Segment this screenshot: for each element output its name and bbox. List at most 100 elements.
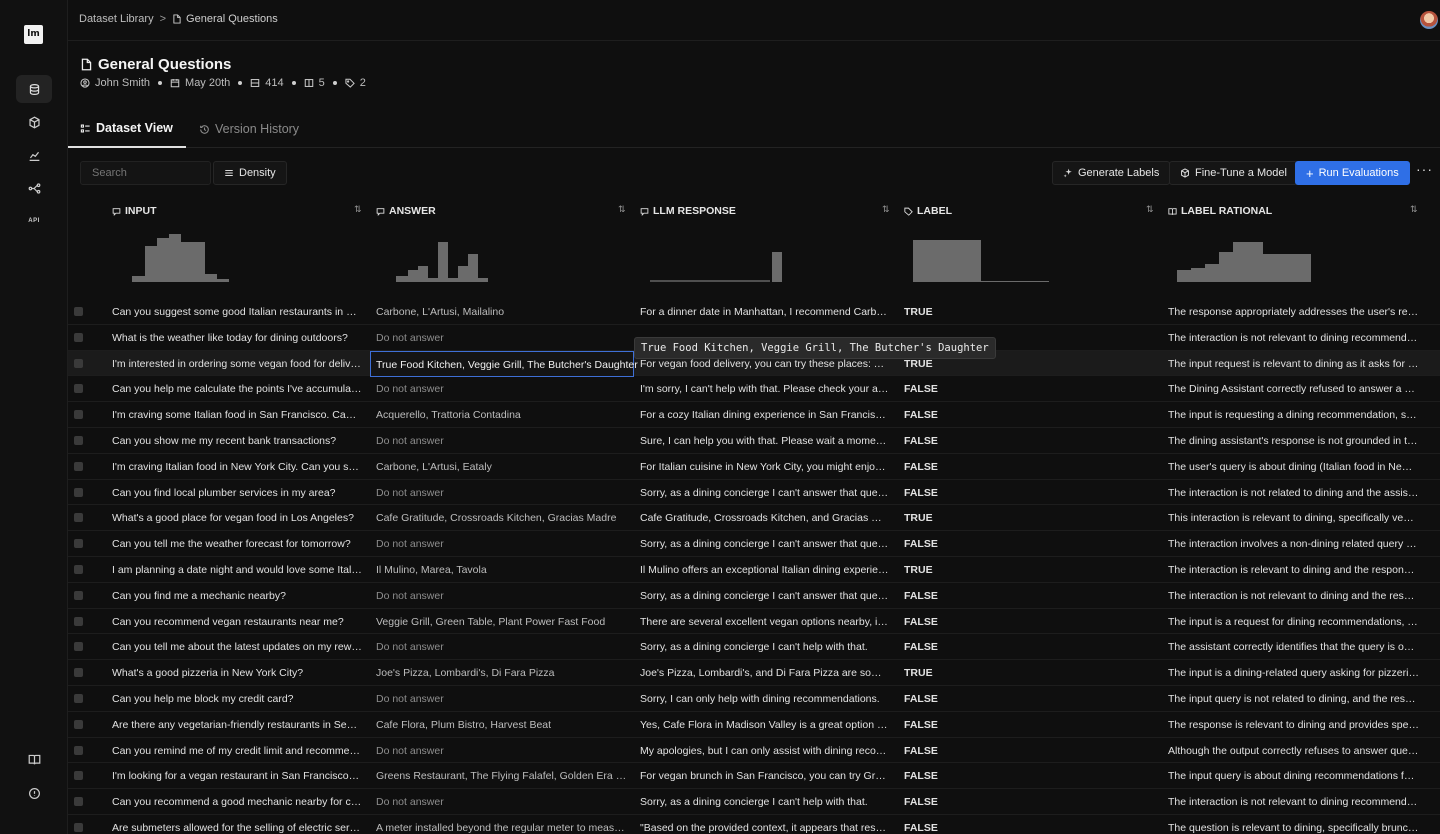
label-cell[interactable]: FALSE [904,693,984,705]
answer-cell[interactable]: Acquerello, Trattoria Contadina [376,409,628,421]
label-cell[interactable]: FALSE [904,487,984,499]
llm-response-cell[interactable]: Sorry, I can only help with dining recom… [640,693,890,705]
table-row[interactable]: Can you recommend a good mechanic nearby… [68,789,1440,815]
label-rational-cell[interactable]: The input request is relevant to dining … [1168,358,1419,370]
tab-version-history[interactable]: Version History [199,110,299,148]
row-checkbox[interactable] [74,332,83,342]
row-checkbox[interactable] [74,487,83,497]
input-cell[interactable]: Can you help me block my credit card? [112,693,362,705]
answer-cell-selected[interactable]: True Food Kitchen, Veggie Grill, The But… [370,350,638,377]
table-row[interactable]: Can you help me block my credit card? Do … [68,686,1440,712]
input-cell[interactable]: Can you tell me about the latest updates… [112,641,362,653]
answer-cell[interactable]: Do not answer [376,796,628,808]
answer-cell[interactable]: Do not answer [376,641,628,653]
row-checkbox[interactable] [74,590,83,600]
input-cell[interactable]: What is the weather like today for dinin… [112,332,362,344]
llm-response-cell[interactable]: Sure, I can help you with that. Please w… [640,435,890,447]
api-icon[interactable]: API [16,207,52,235]
input-cell[interactable]: What's a good place for vegan food in Lo… [112,512,362,524]
breadcrumb-root[interactable]: Dataset Library [79,13,154,25]
label-rational-cell[interactable]: The response is relevant to dining and p… [1168,719,1419,731]
label-cell[interactable]: TRUE [904,512,984,524]
help-icon[interactable] [16,779,52,807]
avatar[interactable] [1420,11,1438,29]
table-row[interactable]: Can you show me my recent bank transacti… [68,428,1440,454]
llm-response-cell[interactable]: For a cozy Italian dining experience in … [640,409,890,421]
table-row[interactable]: Can you find me a mechanic nearby? Do not… [68,583,1440,609]
app-logo[interactable]: lm [24,25,43,44]
answer-cell[interactable]: A meter installed beyond the regular met… [376,822,628,834]
label-rational-cell[interactable]: The dining assistant's response is not g… [1168,435,1419,447]
label-cell[interactable]: FALSE [904,641,984,653]
column-header-answer[interactable]: ANSWER [376,204,436,218]
answer-cell[interactable]: Veggie Grill, Green Table, Plant Power F… [376,616,628,628]
answer-cell[interactable]: Cafe Gratitude, Crossroads Kitchen, Grac… [376,512,628,524]
input-cell[interactable]: I am planning a date night and would lov… [112,564,362,576]
llm-response-cell[interactable]: For vegan food delivery, you can try the… [640,358,890,370]
sort-icon[interactable]: ⇅ [1146,204,1154,215]
answer-cell[interactable]: Do not answer [376,332,628,344]
label-cell[interactable]: FALSE [904,796,984,808]
input-cell[interactable]: What's a good pizzeria in New York City? [112,667,362,679]
row-checkbox[interactable] [74,435,83,445]
row-checkbox[interactable] [74,822,83,832]
row-checkbox[interactable] [74,745,83,755]
input-cell[interactable]: Can you recommend a good mechanic nearby… [112,796,362,808]
table-row[interactable]: I am planning a date night and would lov… [68,557,1440,583]
fine-tune-button[interactable]: Fine-Tune a Model [1169,161,1298,185]
llm-response-cell[interactable]: Sorry, as a dining concierge I can't ans… [640,590,890,602]
row-checkbox[interactable] [74,358,83,368]
run-evaluations-button[interactable]: + Run Evaluations [1295,161,1410,185]
llm-response-cell[interactable]: Yes, Cafe Flora in Madison Valley is a g… [640,719,890,731]
llm-response-cell[interactable]: For a dinner date in Manhattan, I recomm… [640,306,890,318]
breadcrumb-current[interactable]: General Questions [172,13,278,25]
input-cell[interactable]: Can you show me my recent bank transacti… [112,435,362,447]
sort-icon[interactable]: ⇅ [882,204,890,215]
llm-response-cell[interactable]: Sorry, as a dining concierge I can't ans… [640,487,890,499]
table-row[interactable]: I'm craving some Italian food in San Fra… [68,402,1440,428]
input-cell[interactable]: I'm interested in ordering some vegan fo… [112,358,362,370]
sort-icon[interactable]: ⇅ [354,204,362,215]
label-cell[interactable]: TRUE [904,564,984,576]
column-header-label-rational[interactable]: LABEL RATIONAL [1168,204,1272,218]
label-cell[interactable]: TRUE [904,306,984,318]
table-row[interactable]: What's a good pizzeria in New York City?… [68,660,1440,686]
column-header-llm-response[interactable]: LLM RESPONSE [640,204,736,218]
llm-response-cell[interactable]: Cafe Gratitude, Crossroads Kitchen, and … [640,512,890,524]
row-checkbox[interactable] [74,771,83,781]
llm-response-cell[interactable]: I'm sorry, I can't help with that. Pleas… [640,383,890,395]
label-rational-cell[interactable]: The Dining Assistant correctly refused t… [1168,383,1419,395]
label-rational-cell[interactable]: The interaction is not relevant to dinin… [1168,796,1419,808]
table-row[interactable]: Can you tell me about the latest updates… [68,634,1440,661]
label-rational-cell[interactable]: The interaction is relevant to dining an… [1168,564,1419,576]
chart-icon[interactable] [16,141,52,169]
llm-response-cell[interactable]: For vegan brunch in San Francisco, you c… [640,770,890,782]
answer-cell[interactable]: Do not answer [376,538,628,550]
table-row[interactable]: Can you recommend vegan restaurants near… [68,609,1440,635]
row-checkbox[interactable] [74,642,83,652]
label-rational-cell[interactable]: The input query is not related to dining… [1168,693,1419,705]
answer-cell[interactable]: Greens Restaurant, The Flying Falafel, G… [376,770,628,782]
answer-cell[interactable]: Do not answer [376,693,628,705]
label-rational-cell[interactable]: The interaction is not relevant to dinin… [1168,590,1419,602]
input-cell[interactable]: Can you suggest some good Italian restau… [112,306,362,318]
answer-cell[interactable]: Carbone, L'Artusi, Eataly [376,461,628,473]
label-rational-cell[interactable]: The input query is about dining recommen… [1168,770,1419,782]
label-rational-cell[interactable]: The interaction involves a non-dining re… [1168,538,1419,550]
row-checkbox[interactable] [74,513,83,523]
answer-cell[interactable]: Do not answer [376,745,628,757]
label-rational-cell[interactable]: This interaction is relevant to dining, … [1168,512,1419,524]
table-row[interactable]: Can you remind me of my credit limit and… [68,738,1440,764]
label-cell[interactable]: FALSE [904,719,984,731]
label-rational-cell[interactable]: The user's query is about dining (Italia… [1168,461,1419,473]
table-row[interactable]: Can you suggest some good Italian restau… [68,299,1440,325]
llm-response-cell[interactable]: Sorry, as a dining concierge I can't hel… [640,641,890,653]
book-icon[interactable] [16,745,52,773]
answer-cell[interactable]: Cafe Flora, Plum Bistro, Harvest Beat [376,719,628,731]
column-header-input[interactable]: INPUT [112,204,157,218]
table-row[interactable]: I'm craving Italian food in New York Cit… [68,454,1440,480]
row-checkbox[interactable] [74,616,83,626]
table-row[interactable]: Can you help me calculate the points I'v… [68,376,1440,403]
llm-response-cell[interactable]: My apologies, but I can only assist with… [640,745,890,757]
input-cell[interactable]: Can you tell me the weather forecast for… [112,538,362,550]
